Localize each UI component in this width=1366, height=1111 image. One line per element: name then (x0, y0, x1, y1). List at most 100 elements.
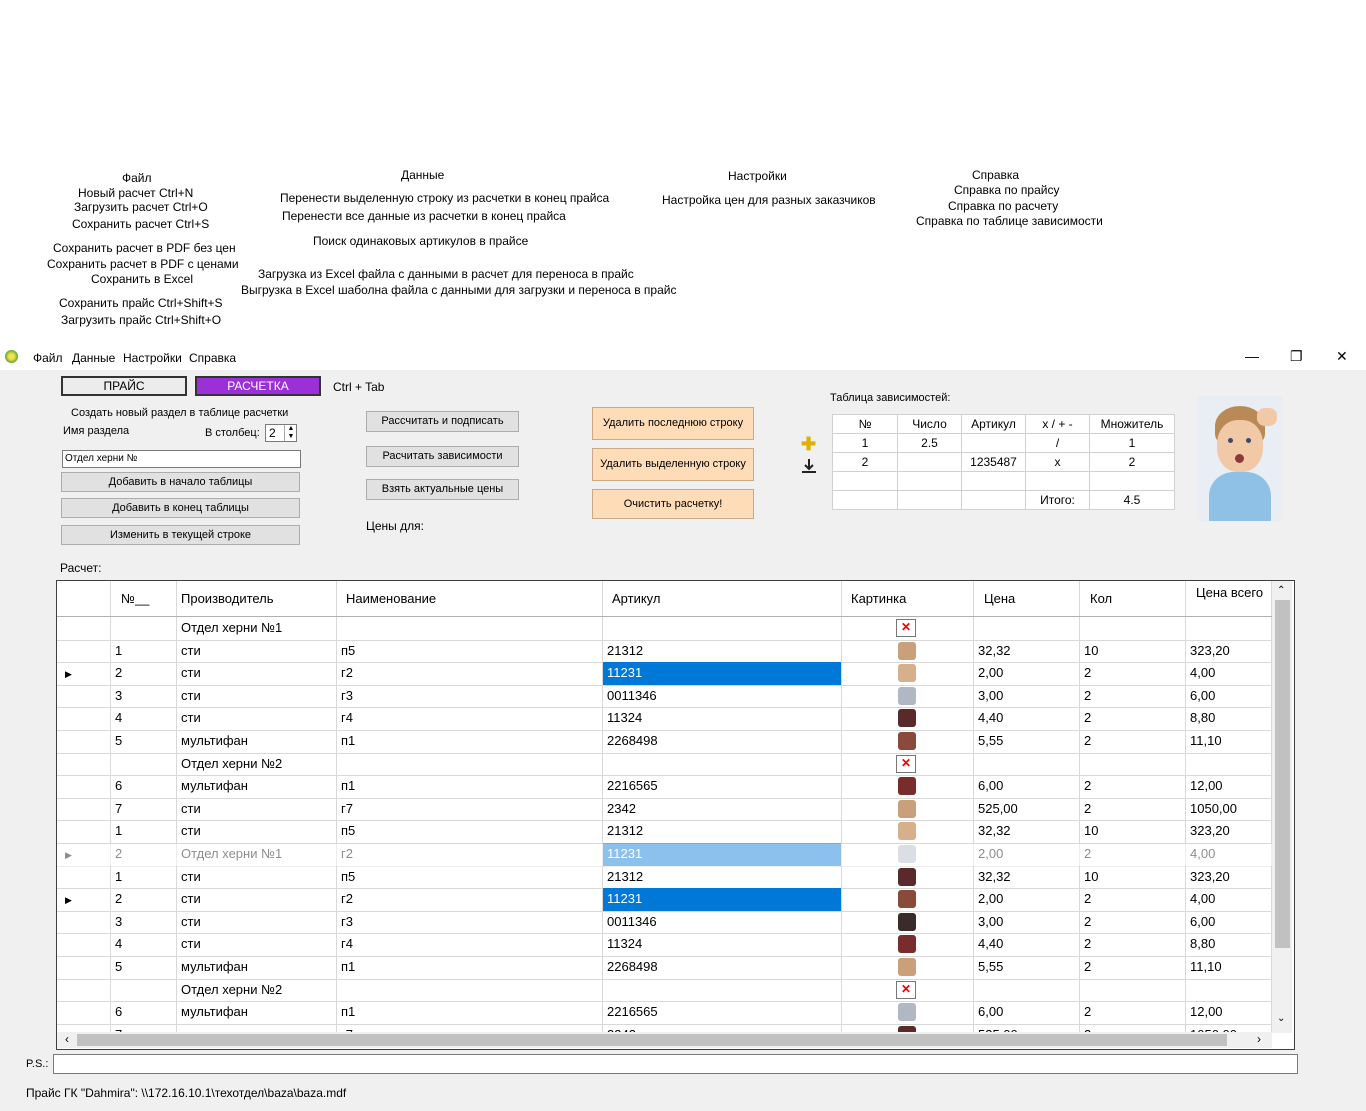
cell-price[interactable]: 6,00 (974, 775, 1080, 798)
cell-number[interactable]: 7 (111, 797, 177, 821)
cell-maker[interactable]: мультифан (177, 730, 337, 753)
close-button[interactable]: ✕ (1336, 348, 1348, 365)
cell-qty[interactable]: 2 (1080, 707, 1186, 730)
cell-price[interactable]: 5,55 (974, 956, 1080, 979)
cell-total[interactable]: 1050,00 (1186, 797, 1272, 821)
cell-picture[interactable]: ✕ (842, 617, 974, 640)
cell-price[interactable]: 6,00 (974, 1001, 1080, 1024)
cell-picture[interactable] (842, 888, 974, 911)
tab-price[interactable]: ПРАЙС (61, 376, 187, 396)
dep-cell[interactable]: x (1025, 452, 1090, 472)
cell-article[interactable]: 11324 (603, 933, 842, 956)
row-header[interactable] (57, 910, 111, 934)
cell-article[interactable]: 2216565 (603, 1001, 842, 1024)
cell-maker[interactable]: мультифан (177, 1001, 337, 1024)
cell-picture[interactable] (842, 639, 974, 663)
edit-current-button[interactable]: Изменить в текущей строке (61, 525, 300, 545)
cell-picture[interactable] (842, 1001, 974, 1024)
menu-data[interactable]: Данные (72, 351, 115, 365)
cell-price[interactable]: 32,32 (974, 820, 1080, 843)
add-plus-icon[interactable]: ✚ (801, 434, 816, 455)
cell-article[interactable]: 0011346 (603, 684, 842, 708)
cell-number[interactable]: 6 (111, 1001, 177, 1024)
dep-cell[interactable]: 2 (1089, 452, 1175, 472)
cell-article[interactable]: 21312 (603, 865, 842, 889)
table-row[interactable]: 3 сти г3 0011346 3,00 2 6,00 (57, 684, 1272, 709)
cell-article[interactable]: 2342 (603, 797, 842, 821)
cell-article[interactable] (603, 752, 842, 776)
cell-name[interactable]: п5 (337, 820, 603, 843)
table-row[interactable]: 1 сти п5 21312 32,32 10 323,20 (57, 865, 1272, 890)
horizontal-scrollbar[interactable]: ‹ › (57, 1032, 1272, 1048)
cell-price[interactable] (974, 752, 1080, 776)
cell-total[interactable]: 11,10 (1186, 730, 1272, 753)
cell-total[interactable]: 6,00 (1186, 684, 1272, 708)
cell-article[interactable]: 11324 (603, 707, 842, 730)
cell-name[interactable]: п5 (337, 865, 603, 889)
cell-qty[interactable] (1080, 617, 1186, 640)
row-header[interactable]: ▶ (57, 843, 111, 866)
table-row[interactable]: 1 сти п5 21312 32,32 10 323,20 (57, 639, 1272, 664)
cell-article[interactable]: 11231 (603, 843, 842, 866)
cell-name[interactable]: г4 (337, 933, 603, 956)
cell-number[interactable]: 1 (111, 820, 177, 843)
cell-name[interactable]: п5 (337, 639, 603, 663)
cell-maker[interactable]: сти (177, 910, 337, 934)
row-header[interactable] (57, 933, 111, 956)
add-start-button[interactable]: Добавить в начало таблицы (61, 472, 300, 492)
calc-sign-button[interactable]: Рассчитать и подписать (366, 411, 519, 432)
row-header[interactable] (57, 978, 111, 1002)
minimize-button[interactable]: — (1245, 348, 1259, 364)
cell-number[interactable]: 5 (111, 730, 177, 753)
col-header-total[interactable]: Цена всего (1186, 581, 1272, 616)
cell-article[interactable]: 2268498 (603, 730, 842, 753)
delete-selected-row-button[interactable]: Удалить выделенную строку (592, 448, 754, 481)
cell-total[interactable]: 12,00 (1186, 775, 1272, 798)
scroll-left-icon[interactable]: ‹ (65, 1032, 69, 1046)
row-header[interactable] (57, 820, 111, 843)
cell-total[interactable]: 6,00 (1186, 910, 1272, 934)
add-end-button[interactable]: Добавить в конец таблицы (61, 498, 300, 518)
cell-name[interactable]: г2 (337, 843, 603, 866)
calc-dependencies-button[interactable]: Расчитать зависимости (366, 446, 519, 467)
cell-qty[interactable]: 10 (1080, 639, 1186, 663)
cell-number[interactable]: 2 (111, 843, 177, 866)
cell-total[interactable]: 323,20 (1186, 639, 1272, 663)
table-row[interactable]: 7стиг72342 525,0021050,00 (57, 797, 1272, 822)
cell-picture[interactable] (842, 910, 974, 934)
cell-qty[interactable]: 2 (1080, 730, 1186, 753)
cell-article[interactable]: 21312 (603, 639, 842, 663)
row-header[interactable] (57, 865, 111, 889)
cell-number[interactable]: 4 (111, 933, 177, 956)
cell-maker[interactable]: мультифан (177, 956, 337, 979)
cell-qty[interactable]: 2 (1080, 933, 1186, 956)
cell-number[interactable]: 2 (111, 888, 177, 911)
cell-maker[interactable]: сти (177, 933, 337, 956)
cell-name[interactable] (337, 617, 603, 640)
actual-prices-button[interactable]: Взять актуальные цены (366, 479, 519, 500)
cell-picture[interactable] (842, 956, 974, 979)
cell-total[interactable] (1186, 617, 1272, 640)
cell-price[interactable]: 32,32 (974, 865, 1080, 889)
dep-cell[interactable] (832, 471, 898, 491)
cell-price[interactable]: 2,00 (974, 843, 1080, 866)
cell-total[interactable] (1186, 752, 1272, 776)
cell-price[interactable]: 4,40 (974, 933, 1080, 956)
cell-picture[interactable] (842, 662, 974, 685)
scroll-up-icon[interactable]: ⌃ (1277, 585, 1285, 596)
cell-total[interactable]: 8,80 (1186, 707, 1272, 730)
cell-qty[interactable]: 10 (1080, 865, 1186, 889)
tab-calc[interactable]: РАСЧЕТКА (195, 376, 321, 396)
cell-price[interactable]: 4,40 (974, 707, 1080, 730)
row-header[interactable] (57, 775, 111, 798)
section-row[interactable]: Отдел херни №2 ✕ (57, 978, 1272, 1003)
dep-cell[interactable]: 1 (832, 433, 898, 453)
cell-picture[interactable] (842, 684, 974, 708)
cell-name[interactable]: г3 (337, 910, 603, 934)
cell-maker[interactable]: сти (177, 797, 337, 821)
dep-cell[interactable]: 2.5 (897, 433, 962, 453)
cell-price[interactable]: 3,00 (974, 684, 1080, 708)
cell-picture[interactable] (842, 820, 974, 843)
cell-article[interactable] (603, 978, 842, 1002)
dep-cell[interactable] (897, 452, 962, 472)
